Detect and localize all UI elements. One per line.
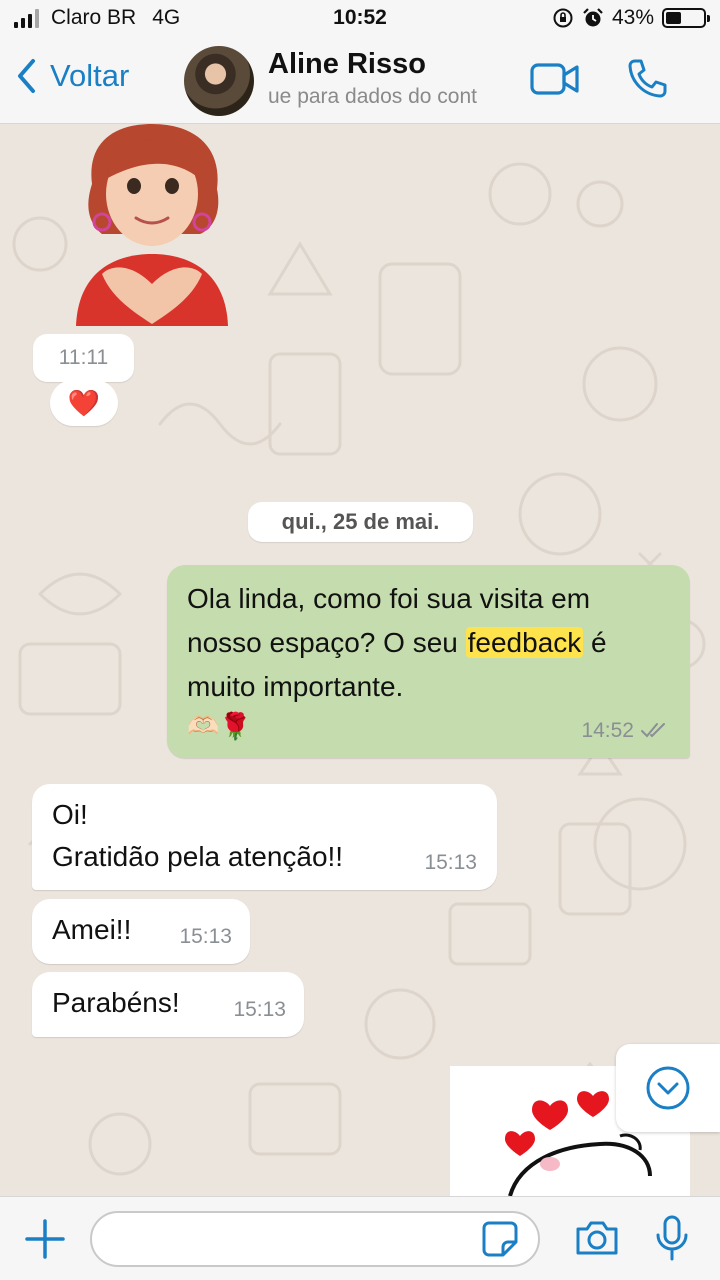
input-bar — [0, 1196, 720, 1280]
chat-area[interactable]: 11:11 ❤️ qui., 25 de mai. Ola linda, com… — [0, 124, 720, 1196]
chevron-left-icon — [18, 59, 35, 93]
memoji-heart-sticker[interactable] — [72, 124, 232, 326]
incoming-message[interactable]: Amei!! 15:13 — [32, 899, 250, 964]
battery-icon — [662, 8, 710, 28]
orientation-lock-icon — [553, 8, 573, 28]
incoming-time: 15:13 — [233, 997, 286, 1021]
outgoing-message-text: Ola linda, como foi sua visita em nosso … — [187, 583, 607, 702]
contact-name: Aline Risso — [268, 48, 426, 80]
battery-fill — [666, 12, 682, 24]
message-input[interactable] — [90, 1211, 540, 1267]
back-button[interactable]: Voltar — [16, 58, 129, 94]
phone-icon[interactable] — [626, 58, 668, 100]
incoming-line: Gratidão pela atenção!! — [52, 841, 344, 872]
camera-icon[interactable] — [574, 1219, 620, 1257]
incoming-time: 15:13 — [179, 924, 232, 948]
incoming-message[interactable]: Parabéns! 15:13 — [32, 972, 304, 1037]
chat-header: Voltar Aline Risso ue para dados do cont — [0, 40, 720, 124]
scroll-down-icon — [646, 1066, 690, 1110]
video-call-icon[interactable] — [530, 62, 580, 96]
battery-percent: 43% — [611, 6, 654, 29]
status-right: 43% — [552, 6, 710, 30]
contact-subtitle: ue para dados do cont — [268, 85, 477, 108]
highlighted-word: feedback — [465, 627, 584, 658]
contact-info[interactable]: Aline Risso ue para dados do cont — [268, 48, 518, 109]
outgoing-message[interactable]: Ola linda, como foi sua visita em nosso … — [167, 565, 690, 758]
status-bar: Claro BR 4G 10:52 43% — [0, 0, 720, 40]
outgoing-time: 14:52 — [581, 718, 634, 742]
microphone-icon[interactable] — [655, 1215, 689, 1261]
scroll-down-button[interactable] — [616, 1044, 720, 1132]
outgoing-meta: 14:52 — [581, 715, 670, 747]
sticker-timestamp: 11:11 — [33, 334, 134, 382]
incoming-time: 15:13 — [424, 850, 477, 874]
date-separator: qui., 25 de mai. — [248, 502, 473, 542]
double-check-icon — [641, 723, 665, 738]
reaction-badge[interactable]: ❤️ — [50, 380, 118, 426]
plus-icon[interactable] — [23, 1217, 67, 1261]
back-label: Voltar — [50, 58, 130, 93]
sticker-icon[interactable] — [481, 1220, 519, 1258]
contact-avatar[interactable] — [184, 46, 254, 116]
heart-reaction: ❤️ — [67, 388, 101, 418]
alarm-icon — [583, 8, 603, 27]
incoming-message[interactable]: Oi! Gratidão pela atenção!! 15:13 — [32, 784, 497, 890]
incoming-line: Oi! — [52, 799, 88, 830]
